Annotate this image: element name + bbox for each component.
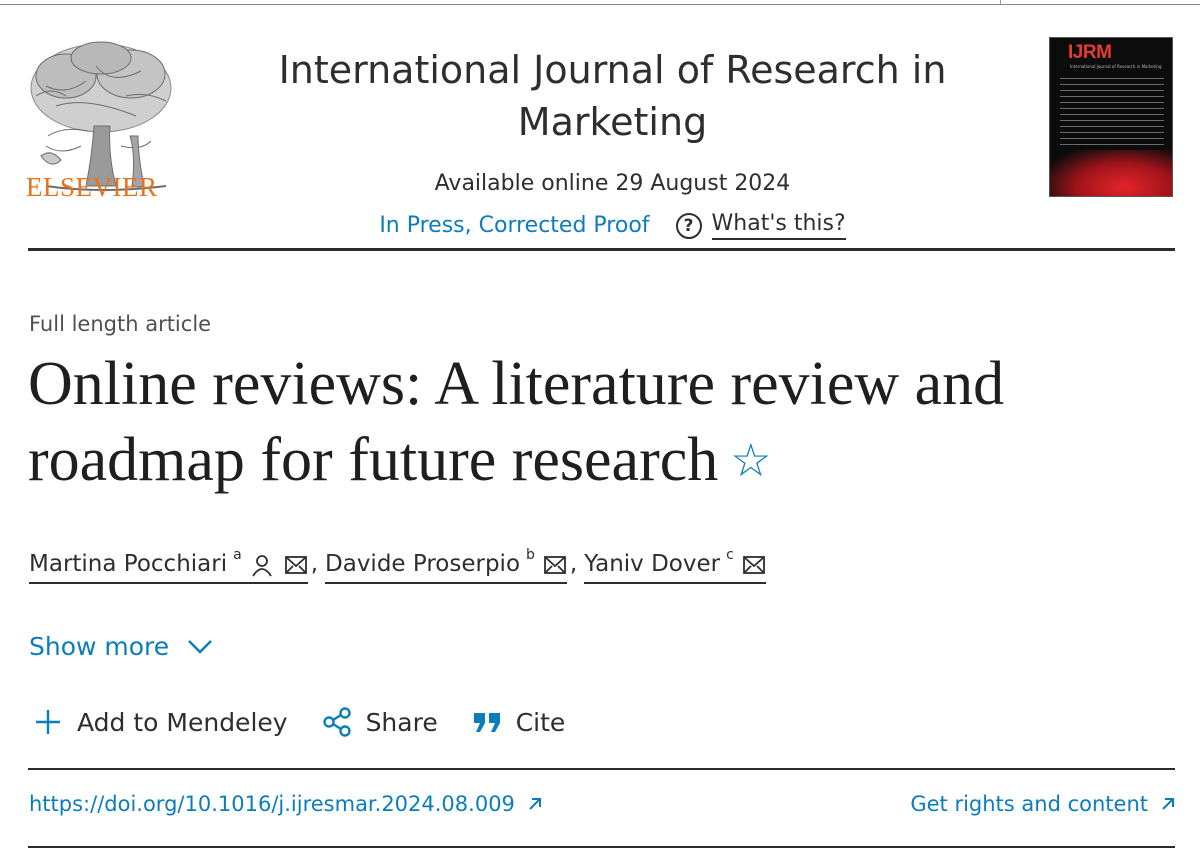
- cover-brand: IJRM: [1068, 42, 1112, 63]
- author-name: Davide Proserpio: [325, 551, 521, 577]
- show-more-label: Show more: [29, 632, 170, 661]
- cite-button[interactable]: Cite: [472, 707, 566, 737]
- mail-icon: [544, 556, 566, 574]
- show-more-button[interactable]: Show more: [29, 632, 213, 661]
- in-press-link[interactable]: In Press, Corrected Proof: [379, 213, 649, 238]
- author-list: Martina Pocchiari a , Davide Proserpio b…: [29, 547, 766, 584]
- author-affiliation: a: [233, 547, 242, 563]
- top-border-tick: [1000, 0, 1001, 4]
- share-icon: [322, 707, 351, 737]
- bottom-divider: [28, 846, 1175, 848]
- chevron-down-icon: [188, 639, 213, 654]
- author-name: Yaniv Dover: [584, 551, 721, 577]
- rights-link[interactable]: Get rights and content: [910, 792, 1176, 816]
- article-actions: Add to Mendeley Share Cite: [33, 707, 599, 737]
- mail-icon: [742, 556, 765, 574]
- author-affiliation: c: [726, 547, 734, 563]
- cite-label: Cite: [515, 707, 566, 737]
- plus-icon: [36, 710, 60, 734]
- whats-this-link[interactable]: ? What's this?: [675, 211, 846, 240]
- doi-link[interactable]: https://doi.org/10.1016/j.ijresmar.2024.…: [29, 792, 543, 816]
- article-title-text: Online reviews: A literature review and …: [28, 350, 1005, 494]
- elsevier-wordmark[interactable]: ELSEVIER: [26, 172, 176, 203]
- add-to-mendeley-button[interactable]: Add to Mendeley: [33, 707, 288, 737]
- top-border: [0, 4, 1200, 5]
- rights-text: Get rights and content: [910, 792, 1148, 816]
- author-separator: ,: [310, 551, 319, 577]
- author-link[interactable]: Davide Proserpio b: [325, 547, 567, 584]
- help-icon: ?: [675, 212, 702, 239]
- mail-icon: [284, 556, 307, 574]
- author-link[interactable]: Martina Pocchiari a: [29, 547, 308, 584]
- author-affiliation: b: [526, 547, 535, 563]
- article-title: Online reviews: A literature review and …: [28, 346, 1188, 498]
- article-type: Full length article: [29, 312, 212, 336]
- cover-subtitle: International Journal of Research in Mar…: [1070, 64, 1162, 69]
- actions-divider: [28, 768, 1175, 770]
- doi-text: https://doi.org/10.1016/j.ijresmar.2024.…: [29, 792, 515, 816]
- header-divider: [28, 248, 1175, 251]
- journal-title[interactable]: International Journal of Research in Mar…: [240, 44, 985, 148]
- cover-red-graphic: [1050, 150, 1172, 196]
- external-link-icon: [1162, 798, 1174, 810]
- whats-this-label: What's this?: [711, 211, 846, 240]
- share-button[interactable]: Share: [322, 707, 438, 737]
- cover-text-lines: [1060, 78, 1164, 156]
- author-name: Martina Pocchiari: [29, 551, 228, 577]
- available-online-date: Available online 29 August 2024: [434, 171, 791, 196]
- quote-icon: [473, 713, 500, 732]
- star-icon[interactable]: ☆: [730, 433, 771, 487]
- external-link-icon: [529, 798, 541, 810]
- person-icon: [251, 555, 272, 577]
- add-to-mendeley-label: Add to Mendeley: [77, 707, 288, 737]
- share-label: Share: [365, 707, 438, 737]
- author-separator: ,: [569, 551, 578, 577]
- article-status-row: In Press, Corrected Proof ? What's this?: [240, 211, 985, 240]
- journal-cover-image[interactable]: IJRM International Journal of Research i…: [1049, 37, 1173, 197]
- author-link[interactable]: Yaniv Dover c: [584, 547, 766, 584]
